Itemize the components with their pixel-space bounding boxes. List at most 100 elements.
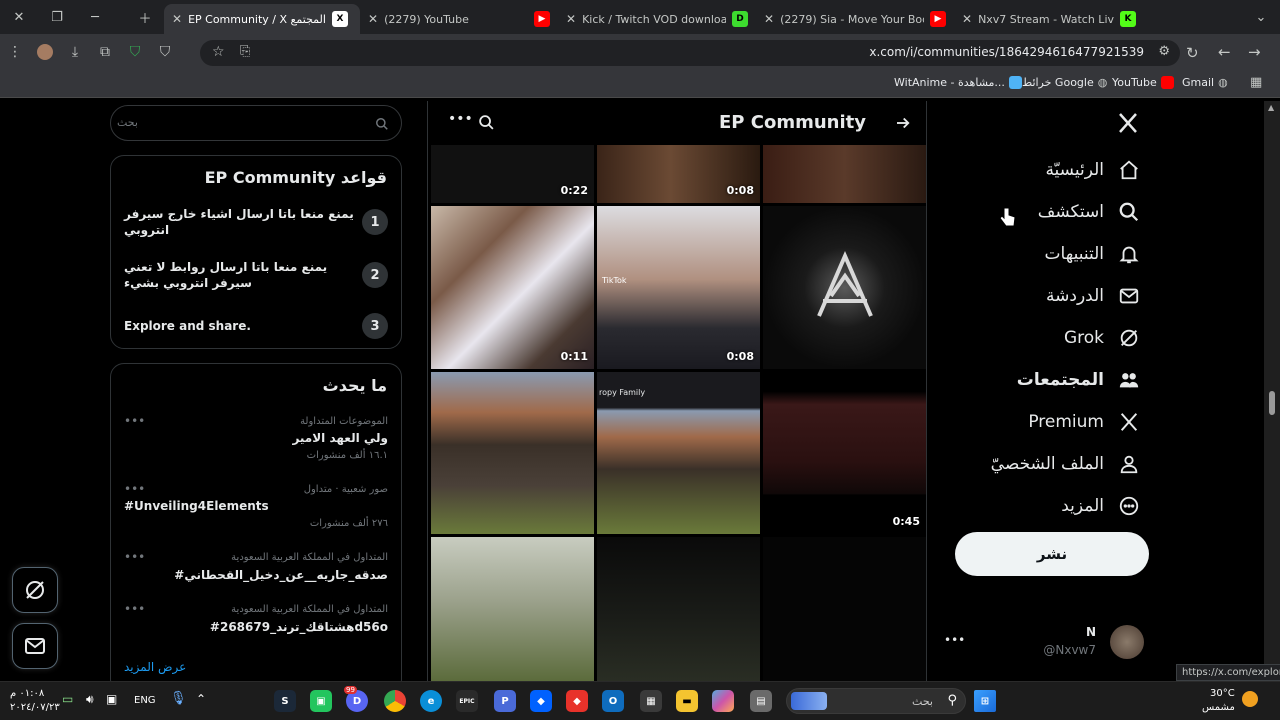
tab-close-icon[interactable]: ✕ (172, 12, 182, 26)
back-icon[interactable]: ← (1218, 43, 1231, 61)
tab-close-icon[interactable]: ✕ (566, 12, 576, 26)
windows-start-icon[interactable]: ⊞ (974, 690, 996, 712)
more-options-icon[interactable]: ••• (448, 111, 473, 127)
epic-games-icon[interactable]: EPIC (456, 690, 478, 712)
bookmark-witanime[interactable]: WitAnime - مشاهدة... (894, 76, 1022, 89)
nav-more[interactable]: المزيد (1061, 495, 1140, 517)
post-button[interactable]: نشر (955, 532, 1149, 576)
search-icon[interactable] (478, 114, 495, 131)
nav-explore[interactable]: استكشف (1038, 201, 1140, 223)
scroll-up-icon[interactable]: ▲ (1268, 103, 1274, 112)
media-tile[interactable] (597, 537, 760, 681)
more-options-icon[interactable]: ••• (124, 482, 145, 496)
more-options-icon[interactable]: ••• (124, 550, 145, 564)
nav-notifications[interactable]: التنبيهات (1045, 243, 1140, 265)
download-icon[interactable]: ⤓ (60, 37, 90, 67)
page-scrollbar[interactable]: ▲ (1264, 101, 1280, 681)
share-icon[interactable]: ⎘ (240, 44, 250, 59)
phone-link-icon[interactable]: P (494, 690, 516, 712)
volume-icon[interactable]: 🔊︎ (86, 692, 94, 707)
forward-icon[interactable]: → (1248, 43, 1261, 61)
extension-avatar-icon[interactable] (30, 37, 60, 67)
show-more-link[interactable]: عرض المزيد (124, 660, 186, 674)
nav-communities[interactable]: المجتمعات (1017, 369, 1140, 391)
media-tile[interactable]: 0:11 (431, 206, 594, 369)
file-explorer-icon[interactable]: ▬ (676, 690, 698, 712)
edge-icon[interactable]: e (420, 690, 442, 712)
outlook-icon[interactable]: O (602, 690, 624, 712)
chevron-up-icon[interactable]: ⌃ (196, 692, 206, 706)
taskbar-search[interactable]: ⚲ بحث (786, 688, 966, 714)
app-green-icon[interactable]: ▣ (310, 690, 332, 712)
grok-float-button[interactable] (12, 567, 58, 613)
media-tile[interactable]: 0:45 (763, 372, 926, 534)
shield-icon[interactable]: ⛉ (150, 37, 180, 67)
shield-green-icon[interactable]: ⛉ (120, 37, 150, 67)
nav-profile[interactable]: الملف الشخصيّ (991, 453, 1140, 475)
more-options-icon[interactable]: ••• (124, 414, 145, 428)
close-window-icon[interactable]: ✕ (0, 0, 38, 34)
tab-sia-youtube[interactable]: ✕ (2279) Sia - Move Your Body (A ▶ (756, 4, 954, 34)
account-switcher[interactable]: N @Nxvw7 ••• (940, 621, 1154, 665)
language-indicator[interactable]: ENG (134, 695, 156, 706)
nav-messages[interactable]: الدردشة (1046, 285, 1140, 307)
media-tile[interactable]: ropy Family (597, 372, 760, 534)
clock-time[interactable]: ٠١:٠٨ م (10, 688, 44, 699)
nav-home[interactable]: الرئيسيّة (1045, 159, 1140, 181)
chrome-icon[interactable] (384, 690, 406, 712)
apps-icon[interactable]: ▦ (1250, 75, 1262, 90)
search-input[interactable]: بحث (110, 105, 402, 141)
new-tab-button[interactable]: ＋ (126, 0, 164, 34)
forward-arrow-icon[interactable] (894, 114, 912, 132)
dropbox-icon[interactable]: ◆ (530, 690, 552, 712)
reload-icon[interactable]: ↻ (1186, 44, 1199, 62)
media-tile[interactable] (431, 537, 594, 681)
scrollbar-thumb[interactable] (1269, 391, 1275, 415)
trend-item[interactable]: الموضوعات المتداولة ولي العهد الامير ١٦.… (111, 414, 401, 468)
tab-youtube[interactable]: ✕ (2279) YouTube ▶ (360, 4, 558, 34)
media-tile[interactable]: 0:08 (597, 145, 760, 203)
copilot-icon[interactable] (712, 690, 734, 712)
trend-item[interactable]: المتداول في المملكة العربية السعودية #صد… (111, 550, 401, 606)
clock-date[interactable]: ٢٠٢٤/٠٧/٢٣ (10, 702, 60, 713)
weather-temp[interactable]: 30°C (1210, 688, 1235, 699)
steam-icon[interactable]: S (274, 690, 296, 712)
nav-grok[interactable]: Grok (1064, 327, 1140, 349)
trend-item[interactable]: صور شعبية · متداول #Unveiling4Elements ٢… (111, 482, 401, 538)
x-logo-icon[interactable] (1116, 111, 1140, 135)
bookmark-star-icon[interactable]: ☆ (212, 44, 225, 60)
url-text[interactable]: x.com/i/communities/1864294616477921539 (869, 45, 1144, 59)
media-tile[interactable] (763, 206, 926, 369)
messages-float-button[interactable] (12, 623, 58, 669)
bookmark-google-maps[interactable]: خرائط Google ◍ (1022, 76, 1107, 89)
menu-icon[interactable]: ⋮ (0, 37, 30, 67)
restore-window-icon[interactable]: ❐ (38, 0, 76, 34)
trend-item[interactable]: المتداول في المملكة العربية السعودية #هش… (111, 602, 401, 658)
media-tile[interactable] (431, 372, 594, 534)
bookmark-youtube[interactable]: YouTube (1112, 76, 1174, 89)
site-settings-icon[interactable]: ⚙ (1158, 44, 1170, 59)
more-options-icon[interactable]: ••• (944, 633, 965, 647)
extensions-icon[interactable]: ⧉ (90, 37, 120, 67)
microphone-icon[interactable]: 🎙︎ (170, 691, 187, 706)
tab-ep-community[interactable]: ✕ EP Community / X المجتمع X (164, 4, 360, 34)
tab-search-icon[interactable]: ⌄ (1242, 0, 1280, 34)
media-tile[interactable]: TikTok 0:08 (597, 206, 760, 369)
tab-kick-downloader[interactable]: ✕ Kick / Twitch VOD downloader D (558, 4, 756, 34)
battery-icon[interactable]: ▭ (62, 692, 73, 706)
minimize-window-icon[interactable]: ─ (76, 0, 114, 34)
nav-premium[interactable]: Premium (1028, 411, 1140, 433)
weather-desc[interactable]: مشمس (1202, 702, 1235, 713)
media-tile[interactable]: 0:22 (431, 145, 594, 203)
address-bar[interactable]: ☆ ⎘ x.com/i/communities/1864294616477921… (200, 40, 1180, 66)
tab-close-icon[interactable]: ✕ (764, 12, 774, 26)
tab-kick-stream[interactable]: ✕ Nxv7 Stream - Watch Live on Ki K (954, 4, 1144, 34)
app-red-icon[interactable]: ◆ (566, 690, 588, 712)
app-gray-icon[interactable]: ▤ (750, 690, 772, 712)
network-icon[interactable]: ▣ (106, 692, 117, 706)
bookmark-gmail[interactable]: Gmail ◍ (1182, 76, 1228, 89)
tab-close-icon[interactable]: ✕ (962, 12, 972, 26)
more-options-icon[interactable]: ••• (124, 602, 145, 616)
tab-close-icon[interactable]: ✕ (368, 12, 378, 26)
store-icon[interactable]: ▦ (640, 690, 662, 712)
